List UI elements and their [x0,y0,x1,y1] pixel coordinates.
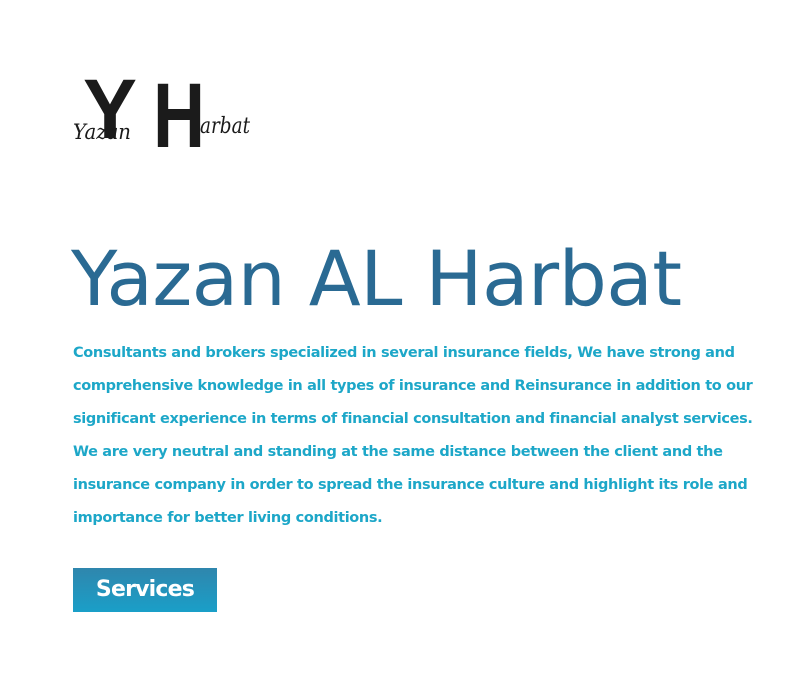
hero-description: Consultants and brokers specialized in s… [73,345,753,526]
logo-first-name: Yazan [73,120,131,144]
services-button[interactable]: Services [73,568,217,612]
hero-title: Yazan AL Harbat [71,234,682,323]
logo-surname: arbat [200,114,250,139]
logo-monogram-h: H [153,74,205,154]
brand-logo[interactable]: Y H Yazan arbat [72,74,254,154]
yh-monogram-logo: Y H Yazan arbat [73,74,250,154]
